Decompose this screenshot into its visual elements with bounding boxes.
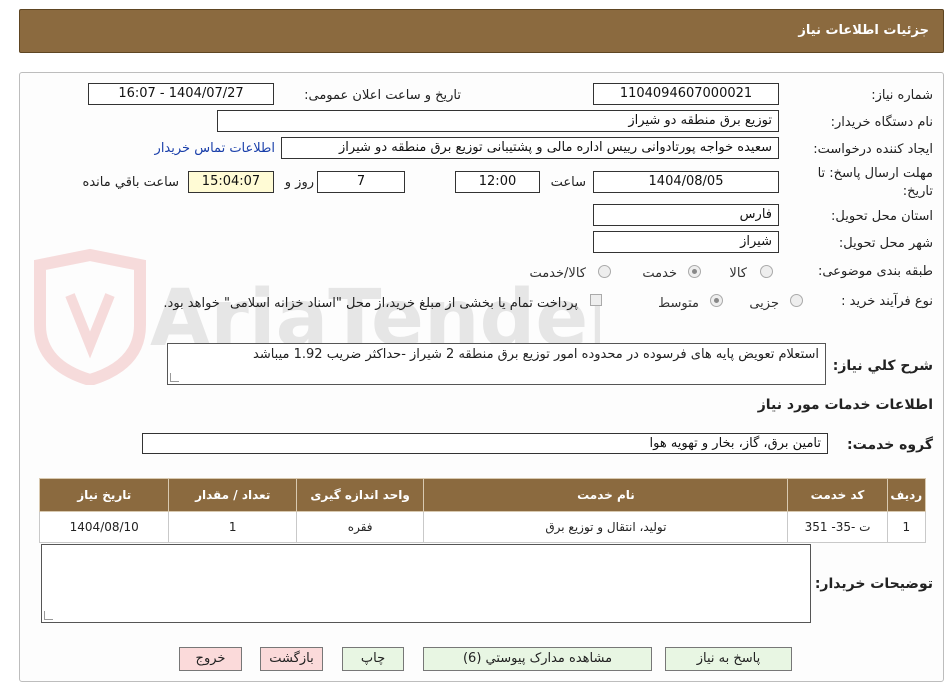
buyer-notes-label: توضیحات خریدار: xyxy=(814,576,933,592)
description-text: استعلام تعویض پایه های فرسوده در محدوده … xyxy=(253,347,819,362)
page-title: جزئیات اطلاعات نیاز xyxy=(798,23,929,38)
attachments-button[interactable]: مشاهده مدارک پیوستي (6) xyxy=(423,647,652,671)
process-radio-medium[interactable] xyxy=(710,294,723,307)
category-option-service: خدمت xyxy=(642,266,677,281)
services-section-title: اطلاعات خدمات مورد نیاز xyxy=(757,397,933,413)
col-quantity: تعداد / مقدار xyxy=(168,478,297,512)
process-label: نوع فرآیند خرید : xyxy=(841,294,933,309)
process-option-medium: متوسط xyxy=(658,296,699,311)
service-group-field: تامین برق، گاز، بخار و تهویه هوا xyxy=(142,433,828,454)
col-unit: واحد اندازه گیری xyxy=(295,478,425,512)
deadline-label-date: تاریخ: xyxy=(902,184,933,199)
col-row: ردیف xyxy=(886,478,927,512)
buyer-notes-textarea[interactable] xyxy=(41,544,811,623)
category-option-goods-service: کالا/خدمت xyxy=(529,266,586,281)
print-button[interactable]: چاپ xyxy=(342,647,404,671)
back-button[interactable]: بازگشت xyxy=(260,647,323,671)
cell-row: 1 xyxy=(886,511,927,543)
remaining-days-field: 7 xyxy=(317,171,405,193)
buyer-org-label: نام دستگاه خریدار: xyxy=(830,115,933,130)
need-number-field: 1104094607000021 xyxy=(593,83,779,105)
province-field: فارس xyxy=(593,204,779,226)
buyer-org-field: توزیع برق منطقه دو شیراز xyxy=(217,110,779,132)
city-label: شهر محل تحویل: xyxy=(838,236,933,251)
reply-button[interactable]: پاسخ به نیاز xyxy=(665,647,792,671)
services-table-header: ردیف کد خدمت نام خدمت واحد اندازه گیری ت… xyxy=(38,478,927,512)
need-number-label: شماره نیاز: xyxy=(871,88,933,103)
days-label: روز و xyxy=(284,175,314,190)
creator-label: ایجاد کننده درخواست: xyxy=(813,142,933,157)
deadline-time-field: 12:00 xyxy=(455,171,540,193)
city-field: شیراز xyxy=(593,231,779,253)
province-label: استان محل تحویل: xyxy=(831,209,933,224)
col-need-date: تاریخ نیاز xyxy=(38,478,170,512)
remaining-time-field: 15:04:07 xyxy=(188,171,274,193)
cell-need-date: 1404/08/10 xyxy=(38,511,170,543)
services-table: ردیف کد خدمت نام خدمت واحد اندازه گیری ت… xyxy=(38,478,927,543)
service-group-label: گروه خدمت: xyxy=(847,437,933,453)
cell-unit: فقره xyxy=(295,511,425,543)
payment-note: پرداخت تمام یا بخشی از مبلغ خرید،از محل … xyxy=(163,296,578,311)
treasury-checkbox[interactable] xyxy=(590,294,602,306)
exit-button[interactable]: خروج xyxy=(179,647,242,671)
resize-handle-icon[interactable] xyxy=(170,373,179,382)
category-radio-goods-service[interactable] xyxy=(598,265,611,278)
process-radio-minor[interactable] xyxy=(790,294,803,307)
deadline-date-field: 1404/08/05 xyxy=(593,171,779,193)
deadline-label: مهلت ارسال پاسخ: تا xyxy=(817,166,933,181)
remaining-label: ساعت باقي مانده xyxy=(82,175,179,190)
col-service-code: کد خدمت xyxy=(787,478,888,512)
category-radio-goods[interactable] xyxy=(760,265,773,278)
process-option-minor: جزیی xyxy=(749,296,779,311)
category-label: طبقه بندی موضوعی: xyxy=(817,264,933,279)
resize-handle-icon[interactable] xyxy=(44,611,53,620)
creator-field: سعیده خواجه پورتادوانی رییس اداره مالی و… xyxy=(281,137,779,159)
description-textarea[interactable]: استعلام تعویض پایه های فرسوده در محدوده … xyxy=(167,343,826,385)
announce-label: تاریخ و ساعت اعلان عمومی: xyxy=(304,88,461,103)
description-label: شرح کلي نياز: xyxy=(832,358,933,374)
table-row: 1 ت -35- 351 تولید، انتقال و توزیع برق ف… xyxy=(38,511,927,543)
cell-service-name: تولید، انتقال و توزیع برق xyxy=(423,511,789,543)
page-header: جزئیات اطلاعات نیاز xyxy=(19,9,944,53)
announce-field: 1404/07/27 - 16:07 xyxy=(88,83,274,105)
cell-service-code: ت -35- 351 xyxy=(787,511,888,543)
buyer-contact-link[interactable]: اطلاعات تماس خریدار xyxy=(155,141,275,156)
deadline-time-label: ساعت xyxy=(550,175,586,190)
category-option-goods: کالا xyxy=(729,266,747,281)
col-service-name: نام خدمت xyxy=(423,478,789,512)
cell-quantity: 1 xyxy=(168,511,297,543)
category-radio-service[interactable] xyxy=(688,265,701,278)
